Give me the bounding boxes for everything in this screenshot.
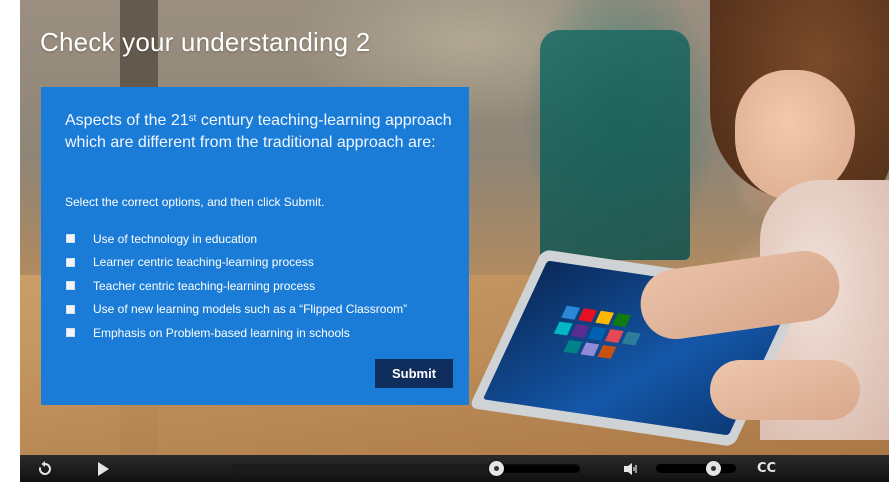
checkbox[interactable]: [66, 304, 75, 314]
option-1[interactable]: Use of technology in education: [66, 227, 407, 251]
question-panel: Aspects of the 21st century teaching-lea…: [41, 87, 469, 405]
option-label: Use of new learning models such as a “Fl…: [93, 302, 408, 317]
checkbox[interactable]: [66, 328, 75, 338]
player-controls: CC: [20, 455, 889, 482]
girl-hand: [710, 360, 860, 420]
option-2[interactable]: Learner centric teaching-learning proces…: [66, 251, 407, 275]
option-5[interactable]: Emphasis on Problem-based learning in sc…: [66, 321, 407, 345]
option-label: Use of technology in education: [93, 231, 258, 246]
submit-button[interactable]: Submit: [375, 359, 453, 388]
play-icon[interactable]: [92, 455, 114, 482]
checkbox[interactable]: [66, 257, 75, 267]
closed-captions-button[interactable]: CC: [757, 455, 776, 482]
seek-bar[interactable]: [232, 464, 580, 473]
volume-slider[interactable]: [656, 464, 736, 473]
replay-icon[interactable]: [34, 455, 56, 482]
seek-progress: [232, 464, 497, 473]
volume-icon[interactable]: [622, 455, 640, 482]
option-4[interactable]: Use of new learning models such as a “Fl…: [66, 298, 407, 322]
slide-title: Check your understanding 2: [40, 27, 371, 57]
options-list: Use of technology in education Learner c…: [66, 227, 407, 345]
volume-handle[interactable]: [706, 461, 722, 476]
checkbox[interactable]: [66, 234, 75, 244]
instruction-text: Select the correct options, and then cli…: [65, 195, 325, 209]
option-3[interactable]: Teacher centric teaching-learning proces…: [66, 274, 407, 298]
option-label: Learner centric teaching-learning proces…: [93, 255, 314, 270]
seek-handle[interactable]: [488, 461, 504, 476]
question-text: Aspects of the 21st century teaching-lea…: [65, 112, 452, 151]
chair: [540, 30, 690, 260]
option-label: Emphasis on Problem-based learning in sc…: [93, 325, 350, 340]
option-label: Teacher centric teaching-learning proces…: [93, 278, 316, 293]
checkbox[interactable]: [66, 281, 75, 291]
